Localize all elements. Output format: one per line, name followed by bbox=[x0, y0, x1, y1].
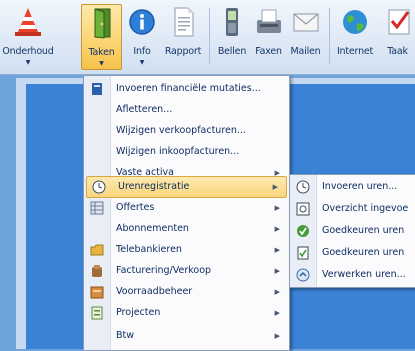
submenu-arrow-icon: ▶ bbox=[274, 332, 280, 340]
submenu-arrow-icon: ▶ bbox=[274, 225, 280, 233]
menu-item-btw[interactable]: Btw ▶ bbox=[85, 326, 288, 346]
inventory-icon bbox=[90, 285, 104, 299]
submenu-item-label: Overzicht ingevoe bbox=[322, 203, 409, 214]
urenregistratie-submenu: Invoeren uren... Overzicht ingevoe Goedk… bbox=[289, 174, 415, 288]
traffic-cone-icon bbox=[13, 6, 43, 38]
ribbon-button-label: Bellen bbox=[217, 46, 247, 57]
menu-item-facturering-verkoop[interactable]: Facturering/Verkoop ▶ bbox=[85, 261, 288, 281]
submenu-item-invoeren-uren[interactable]: Invoeren uren... bbox=[290, 177, 415, 197]
ribbon-button-faxen[interactable]: Faxen bbox=[251, 4, 286, 68]
menu-item-invoeren-financiele-mutaties[interactable]: Invoeren financiële mutaties... bbox=[85, 79, 288, 99]
ribbon-button-label: Internet bbox=[336, 46, 374, 57]
menu-item-telebankieren[interactable]: Telebankieren ▶ bbox=[85, 240, 288, 260]
ribbon-button-label: Onderhoud bbox=[2, 46, 54, 57]
menu-item-label: Afletteren... bbox=[116, 104, 173, 115]
menu-item-label: Voorraadbeheer bbox=[116, 286, 193, 297]
submenu-item-goedkeuren-uren[interactable]: Goedkeuren uren bbox=[290, 221, 415, 241]
ribbon-separator bbox=[329, 8, 330, 64]
info-icon bbox=[127, 6, 157, 38]
phone-icon bbox=[217, 6, 247, 38]
menu-item-label: Projecten bbox=[116, 307, 161, 318]
menu-item-label: Wijzigen inkoopfacturen... bbox=[116, 146, 240, 157]
submenu-arrow-icon: ▶ bbox=[274, 309, 280, 317]
ribbon-toolbar: Onderhoud ▼ Taken ▼ Info ▼ Rapport Belle… bbox=[0, 0, 415, 75]
task-icon bbox=[383, 6, 413, 38]
submenu-item-label: Goedkeuren uren bbox=[322, 225, 405, 236]
chevron-down-icon: ▼ bbox=[139, 59, 145, 66]
ribbon-separator bbox=[209, 8, 210, 64]
submenu-item-label: Verwerken uren... bbox=[322, 269, 406, 280]
grid-icon bbox=[90, 201, 104, 215]
menu-item-label: Telebankieren bbox=[116, 244, 182, 255]
submenu-item-goedkeuren-uren-2[interactable]: Goedkeuren uren bbox=[290, 243, 415, 263]
fax-icon bbox=[254, 6, 284, 38]
submenu-arrow-icon: ▶ bbox=[274, 246, 280, 254]
menu-item-label: Abonnementen bbox=[116, 223, 189, 234]
book-icon bbox=[90, 82, 104, 96]
chevron-down-icon: ▼ bbox=[99, 60, 104, 67]
menu-item-label: Btw bbox=[116, 330, 135, 341]
project-icon bbox=[90, 306, 104, 320]
ribbon-button-label: Faxen bbox=[255, 46, 282, 57]
ribbon-button-bellen[interactable]: Bellen bbox=[213, 4, 251, 68]
ribbon-button-taken[interactable]: Taken ▼ bbox=[81, 4, 122, 70]
menu-item-abonnementen[interactable]: Abonnementen ▶ bbox=[85, 219, 288, 239]
folder-icon bbox=[90, 243, 104, 257]
menu-item-wijzigen-verkoopfacturen[interactable]: Wijzigen verkoopfacturen... bbox=[85, 121, 288, 141]
document-icon bbox=[168, 6, 198, 38]
door-icon bbox=[87, 7, 117, 39]
menu-item-wijzigen-inkoopfacturen[interactable]: Wijzigen inkoopfacturen... bbox=[85, 142, 288, 162]
clock-icon bbox=[296, 180, 310, 194]
menu-item-afletteren[interactable]: Afletteren... bbox=[85, 100, 288, 120]
ribbon-button-mailen[interactable]: Mailen bbox=[287, 4, 324, 68]
menu-item-label: Offertes bbox=[116, 202, 155, 213]
chevron-down-icon: ▼ bbox=[25, 59, 31, 66]
ribbon-button-label: Info bbox=[133, 46, 151, 57]
menu-item-label: Wijzigen verkoopfacturen... bbox=[116, 125, 246, 136]
ribbon-button-onderhoud[interactable]: Onderhoud ▼ bbox=[2, 4, 54, 68]
menu-item-voorraadbeheer[interactable]: Voorraadbeheer ▶ bbox=[85, 282, 288, 302]
ribbon-button-label: Taak bbox=[387, 46, 408, 57]
menu-item-offertes[interactable]: Offertes ▶ bbox=[85, 198, 288, 218]
approve-icon bbox=[296, 224, 310, 238]
ribbon-button-taak[interactable]: Taak bbox=[380, 4, 415, 68]
overview-icon bbox=[296, 202, 310, 216]
approve-doc-icon bbox=[296, 246, 310, 260]
menu-item-urenregistratie[interactable]: Urenregistratie ▶ bbox=[86, 176, 287, 198]
menu-item-label: Facturering/Verkoop bbox=[116, 265, 212, 276]
submenu-arrow-icon: ▶ bbox=[274, 267, 280, 275]
ribbon-button-label: Taken bbox=[88, 47, 115, 58]
menu-item-label: Urenregistratie bbox=[118, 181, 190, 192]
ribbon-button-internet[interactable]: Internet bbox=[334, 4, 376, 68]
ribbon-button-label: Mailen bbox=[290, 46, 321, 57]
ribbon-button-rapport[interactable]: Rapport bbox=[161, 4, 205, 68]
submenu-item-verwerken-uren[interactable]: Verwerken uren... bbox=[290, 265, 415, 285]
process-icon bbox=[296, 268, 310, 282]
mail-icon bbox=[291, 6, 321, 38]
submenu-item-label: Goedkeuren uren bbox=[322, 247, 405, 258]
submenu-item-label: Invoeren uren... bbox=[322, 181, 398, 192]
menu-item-projecten[interactable]: Projecten ▶ bbox=[85, 303, 288, 323]
submenu-arrow-icon: ▶ bbox=[272, 183, 278, 191]
ribbon-button-label: Rapport bbox=[164, 46, 202, 57]
clock-icon bbox=[92, 180, 106, 194]
ribbon-button-info[interactable]: Info ▼ bbox=[125, 4, 159, 68]
box-icon bbox=[90, 264, 104, 278]
taken-dropdown-menu: Invoeren financiële mutaties... Afletter… bbox=[83, 75, 290, 351]
menu-item-label: Invoeren financiële mutaties... bbox=[116, 83, 261, 94]
submenu-arrow-icon: ▶ bbox=[274, 288, 280, 296]
submenu-arrow-icon: ▶ bbox=[274, 204, 280, 212]
submenu-item-overzicht-ingevoerd[interactable]: Overzicht ingevoe bbox=[290, 199, 415, 219]
globe-icon bbox=[340, 6, 370, 38]
